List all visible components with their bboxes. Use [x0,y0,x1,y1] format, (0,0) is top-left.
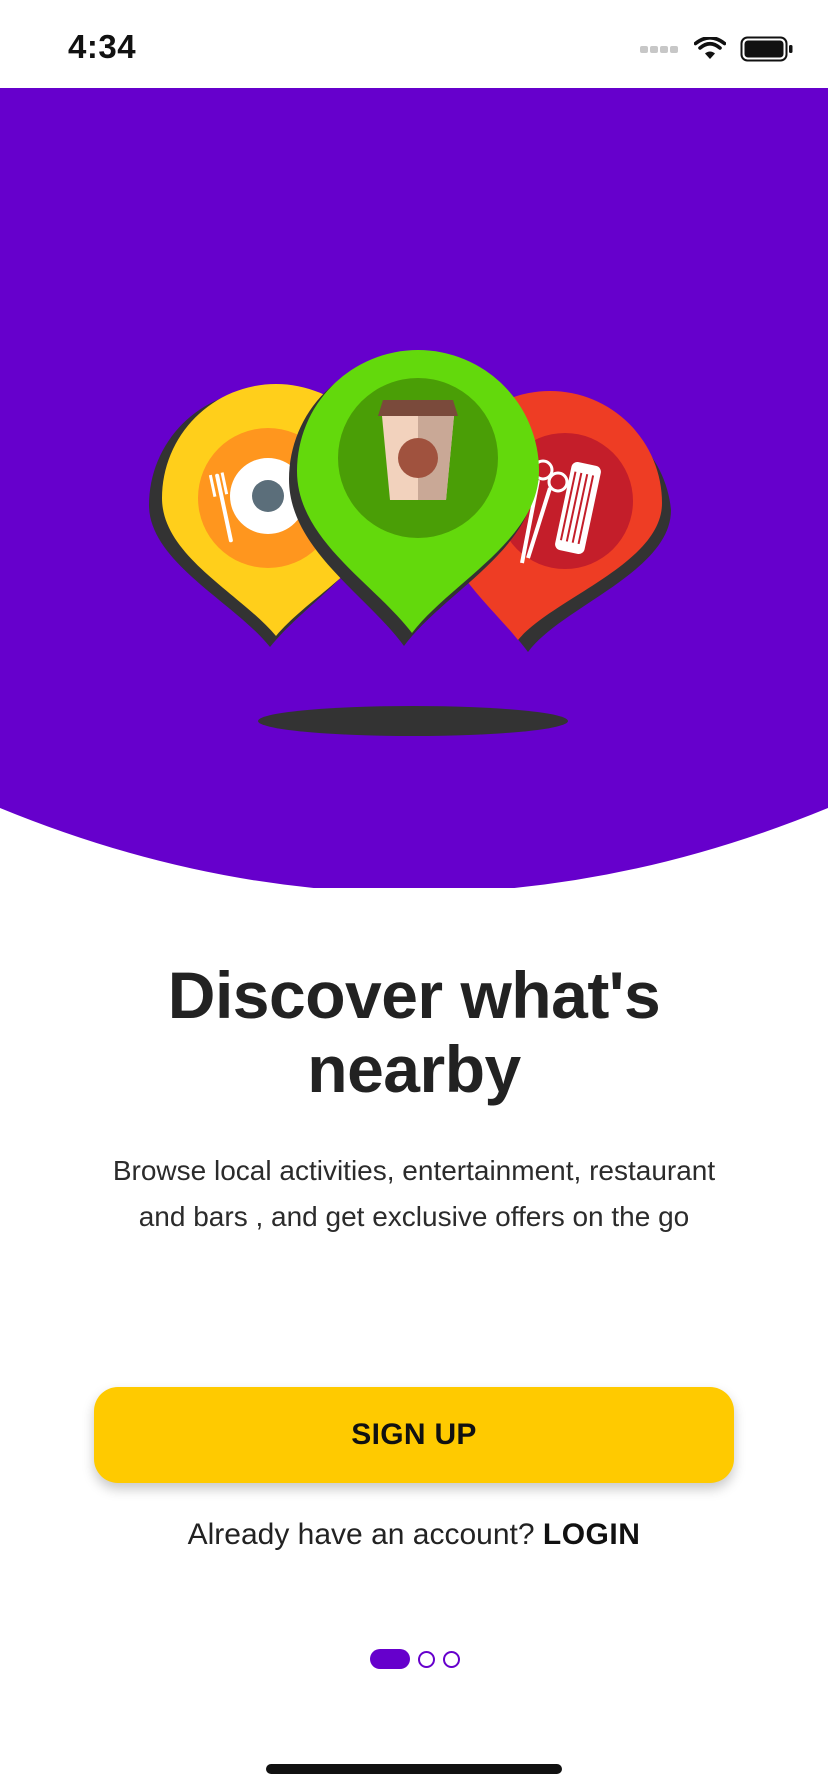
page-dot[interactable] [443,1650,460,1668]
status-bar: 4:34 [0,0,828,88]
page-indicator [370,1649,460,1669]
login-row: Already have an account? LOGIN [94,1518,734,1552]
hero-illustration [0,88,828,888]
page-dot[interactable] [418,1650,435,1668]
sign-up-button[interactable]: SIGN UP [94,1387,734,1483]
signal-icon [640,46,678,53]
home-indicator[interactable] [266,1764,562,1774]
description-text: Browse local activities, entertainment, … [112,1155,716,1232]
status-icons [640,34,794,64]
login-link[interactable]: LOGIN [543,1518,641,1551]
wifi-icon [694,37,726,59]
page-dot-active[interactable] [370,1649,410,1669]
coffee-cup-icon [378,400,458,500]
status-time: 4:34 [68,28,137,65]
battery-icon [740,36,793,62]
pins-shadow [258,706,568,736]
page-title: Discover what's nearby [167,958,661,1106]
login-prompt: Already have an account? [187,1518,543,1551]
